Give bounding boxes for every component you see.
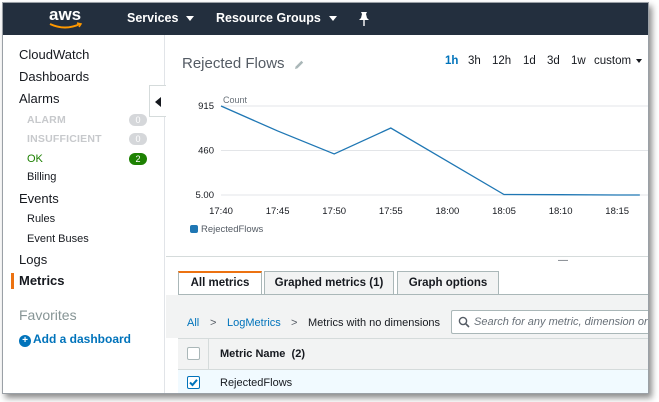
range-12h[interactable]: 12h xyxy=(492,55,511,67)
services-label: Services xyxy=(127,11,179,25)
caret-left-icon xyxy=(155,97,161,107)
sidebar-item-logs[interactable]: Logs xyxy=(19,252,47,267)
sidebar-item-events[interactable]: Events xyxy=(19,191,59,206)
search-input[interactable] xyxy=(474,314,648,330)
legend-swatch xyxy=(190,225,198,233)
column-divider xyxy=(208,339,209,369)
range-1h[interactable]: 1h xyxy=(445,55,458,67)
metric-name-cell: RejectedFlows xyxy=(220,377,293,389)
metrics-table-header: Metric Name (2) xyxy=(178,338,648,370)
sidebar-item-alarm-state[interactable]: ALARM xyxy=(27,114,66,126)
sidebar-item-billing[interactable]: Billing xyxy=(27,171,56,183)
pencil-icon[interactable] xyxy=(293,59,305,71)
chart-legend[interactable]: RejectedFlows xyxy=(190,224,263,235)
x-tick-label: 17:50 xyxy=(322,206,346,217)
resize-grip-icon[interactable]: — xyxy=(558,255,568,266)
breadcrumb-separator: > xyxy=(291,317,298,329)
panel-divider xyxy=(166,256,648,257)
insufficient-count-badge: 0 xyxy=(129,133,147,145)
sidebar-item-dashboards[interactable]: Dashboards xyxy=(19,69,89,84)
aws-smile-icon xyxy=(49,22,83,29)
x-tick-label: 17:55 xyxy=(379,206,403,217)
aws-logo[interactable]: aws xyxy=(47,5,87,31)
select-all-checkbox[interactable] xyxy=(187,347,200,360)
range-1d[interactable]: 1d xyxy=(523,55,536,67)
x-tick-label: 18:05 xyxy=(492,206,516,217)
services-menu[interactable]: Services xyxy=(127,11,195,25)
custom-range-dropdown[interactable]: custom xyxy=(594,55,643,67)
column-header-count: (2) xyxy=(291,348,305,360)
x-tick-label: 18:10 xyxy=(549,206,573,217)
active-indicator xyxy=(11,273,14,289)
favorites-heading: Favorites xyxy=(19,307,77,323)
sidebar: CloudWatch Dashboards Alarms ALARM 0 INS… xyxy=(3,35,165,393)
x-tick-label: 17:40 xyxy=(209,206,233,217)
range-3h[interactable]: 3h xyxy=(468,55,481,67)
plus-circle-icon: + xyxy=(19,335,31,347)
add-dashboard-link[interactable]: + Add a dashboard xyxy=(19,332,131,347)
sidebar-item-alarms[interactable]: Alarms xyxy=(19,91,59,106)
x-tick-label: 18:00 xyxy=(436,206,460,217)
chevron-down-icon xyxy=(636,58,643,63)
resource-groups-menu[interactable]: Resource Groups xyxy=(216,11,337,25)
y-tick-label: 460 xyxy=(198,146,214,157)
tab-graphed-metrics[interactable]: Graphed metrics (1) xyxy=(264,271,394,295)
pin-icon[interactable] xyxy=(357,11,371,27)
main-content: Rejected Flows 1h 3h 12h 1d 3d 1w custom… xyxy=(166,35,648,393)
line-chart: Count 915 460 5.00 17:40 17:45 17:50 17:55 18:… xyxy=(196,95,648,217)
alarm-count-badge: 0 xyxy=(129,114,147,126)
add-dashboard-label: Add a dashboard xyxy=(33,332,132,346)
range-3d[interactable]: 3d xyxy=(547,55,560,67)
breadcrumb-separator: > xyxy=(210,317,217,329)
search-icon xyxy=(458,316,470,328)
y-tick-label: 5.00 xyxy=(196,190,215,201)
sidebar-item-cloudwatch[interactable]: CloudWatch xyxy=(19,47,89,62)
ok-count-badge: 2 xyxy=(129,153,147,165)
sidebar-item-ok-state[interactable]: OK xyxy=(27,153,43,165)
legend-label: RejectedFlows xyxy=(201,224,264,235)
graph-title[interactable]: Rejected Flows xyxy=(182,55,285,72)
console-window: aws Services Resource Groups CloudWatch … xyxy=(2,2,649,394)
breadcrumb-all[interactable]: All xyxy=(187,317,199,329)
breadcrumb-namespace[interactable]: LogMetrics xyxy=(227,317,281,329)
chevron-down-icon xyxy=(328,16,337,22)
table-row[interactable]: RejectedFlows xyxy=(178,370,648,393)
tab-all-metrics[interactable]: All metrics xyxy=(178,271,262,296)
custom-range-label: custom xyxy=(594,55,632,67)
chevron-down-icon xyxy=(186,16,195,22)
y-axis-label: Count xyxy=(223,95,248,105)
row-checkbox[interactable] xyxy=(187,376,200,389)
tab-graph-options[interactable]: Graph options xyxy=(397,271,499,295)
y-tick-label: 915 xyxy=(198,101,214,112)
x-tick-label: 18:15 xyxy=(605,206,629,217)
range-1w[interactable]: 1w xyxy=(571,55,586,67)
metric-search-box[interactable] xyxy=(451,310,648,334)
top-navigation-bar: aws Services Resource Groups xyxy=(3,3,648,35)
resource-groups-label: Resource Groups xyxy=(216,11,321,25)
sidebar-item-insufficient-state[interactable]: INSUFFICIENT xyxy=(27,133,102,145)
column-header-metric-name[interactable]: Metric Name (2) xyxy=(220,348,305,360)
sidebar-collapse-button[interactable] xyxy=(149,85,167,117)
sidebar-item-event-buses[interactable]: Event Buses xyxy=(27,233,89,245)
sidebar-item-metrics[interactable]: Metrics xyxy=(19,273,65,288)
sidebar-item-rules[interactable]: Rules xyxy=(27,213,55,225)
x-tick-label: 17:45 xyxy=(266,206,290,217)
checkmark-icon xyxy=(189,379,198,387)
column-header-label: Metric Name xyxy=(220,348,286,360)
breadcrumb-current: Metrics with no dimensions xyxy=(308,317,441,329)
